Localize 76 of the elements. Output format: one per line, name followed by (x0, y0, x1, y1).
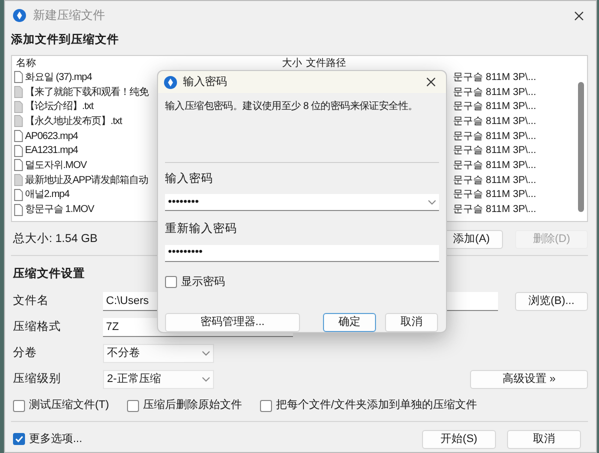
dialog-title: 输入密码 (183, 74, 227, 90)
checkbox[interactable] (165, 276, 177, 288)
file-name: 【永久地址发布页】.txt (25, 114, 122, 129)
field-label: 输入密码 (165, 171, 214, 187)
document-icon (14, 115, 23, 128)
cancel-button[interactable]: 取消 (507, 430, 581, 449)
option-label: 显示密码 (181, 274, 225, 290)
ok-button[interactable]: 确定 (323, 313, 376, 332)
field-label: 文件名 (13, 294, 50, 309)
section-heading: 添加文件到压缩文件 (10, 32, 120, 48)
file-path: 문구슬 811M 3P\... (453, 100, 536, 114)
dropdown[interactable]: 2-正常压缩 (103, 370, 214, 389)
file-path: 문구슬 811M 3P\... (453, 174, 536, 188)
window-title: 新建压缩文件 (33, 7, 105, 24)
browse-button[interactable]: 浏览(B)... (515, 292, 588, 311)
document-icon (14, 86, 23, 98)
file-name: 【论坛介绍】.txt (25, 100, 94, 114)
close-icon (426, 76, 436, 87)
password-field[interactable]: ••••••••• (165, 244, 439, 262)
chevron-down-icon (202, 376, 210, 382)
file-name: 화요일 (37).mp4 (25, 70, 92, 85)
chevron-down-icon (202, 350, 210, 356)
file-icon (14, 188, 23, 201)
option-label: 压缩后删除原始文件 (143, 398, 242, 414)
file-path: 문구슬 811M 3P\... (453, 188, 536, 202)
file-name: AP0623.mp4 (25, 130, 78, 144)
chevron-down-icon (428, 200, 436, 205)
checkmark-icon (14, 434, 24, 444)
file-name: EA1231.mp4 (25, 144, 78, 158)
advanced-settings-button[interactable]: 高级设置 » (470, 370, 588, 389)
file-path: 문구슬 811M 3P\... (453, 144, 536, 158)
checkbox[interactable] (13, 400, 25, 412)
checkbox[interactable] (13, 433, 25, 446)
file-path: 문구슬 811M 3P\... (453, 158, 536, 173)
section-heading: 压缩文件设置 (13, 266, 85, 282)
checkbox[interactable] (260, 400, 272, 412)
column-header: 大小 (282, 56, 302, 70)
field-label: 压缩格式 (13, 320, 62, 335)
file-name: 애널2.mp4 (25, 188, 70, 202)
app-logo-icon (164, 76, 177, 88)
column-header: 名称 (15, 56, 37, 70)
total-size: 总大小: 1.54 GB (13, 232, 98, 247)
file-path: 문구슬 811M 3P\... (453, 70, 536, 85)
file-icon (14, 71, 23, 84)
file-name: 덜도자위.MOV (25, 158, 87, 173)
field-label: 重新输入密码 (165, 221, 238, 238)
document-icon (14, 100, 23, 113)
scrollbar-thumb[interactable] (578, 82, 584, 212)
dialog-message: 输入压缩包密码。建议使用至少 8 位的密码来保证安全性。 (165, 100, 418, 114)
password-dots: •••••••• (168, 195, 199, 210)
document-icon (14, 174, 23, 186)
file-name: 【来了就能下载和观看！纯免 (25, 86, 148, 100)
file-path: 문구슬 811M 3P\... (453, 86, 536, 100)
file-icon (14, 144, 23, 157)
password-manager-button[interactable]: 密码管理器... (165, 313, 300, 332)
checkbox[interactable] (127, 400, 140, 412)
file-path: 문구슬 811M 3P\... (453, 203, 536, 218)
file-icon (14, 204, 23, 216)
file-icon (14, 159, 23, 172)
field-label: 压缩级别 (13, 372, 62, 387)
app-logo-icon (13, 8, 26, 22)
file-path: 문구슬 811M 3P\... (453, 114, 536, 129)
field-label: 分卷 (13, 346, 38, 361)
file-path: 문구슬 811M 3P\... (453, 130, 536, 144)
column-header: 文件路径 (306, 56, 346, 70)
password-field[interactable]: •••••••• (165, 194, 439, 212)
option-label: 把每个文件/文件夹添加到单独的压缩文件 (276, 398, 478, 414)
close-icon (574, 10, 584, 21)
option-label: 更多选项... (29, 432, 82, 447)
file-name: 항문구슬 1.MOV (25, 203, 94, 218)
start-button[interactable]: 开始(S) (422, 430, 496, 449)
option-label: 测试压缩文件(T) (29, 398, 110, 414)
file-name: 最新地址及APP请发邮箱自动 (25, 174, 148, 188)
cancel-button[interactable]: 取消 (385, 313, 438, 332)
file-icon (14, 130, 23, 142)
dropdown[interactable]: 不分卷 (103, 344, 214, 363)
